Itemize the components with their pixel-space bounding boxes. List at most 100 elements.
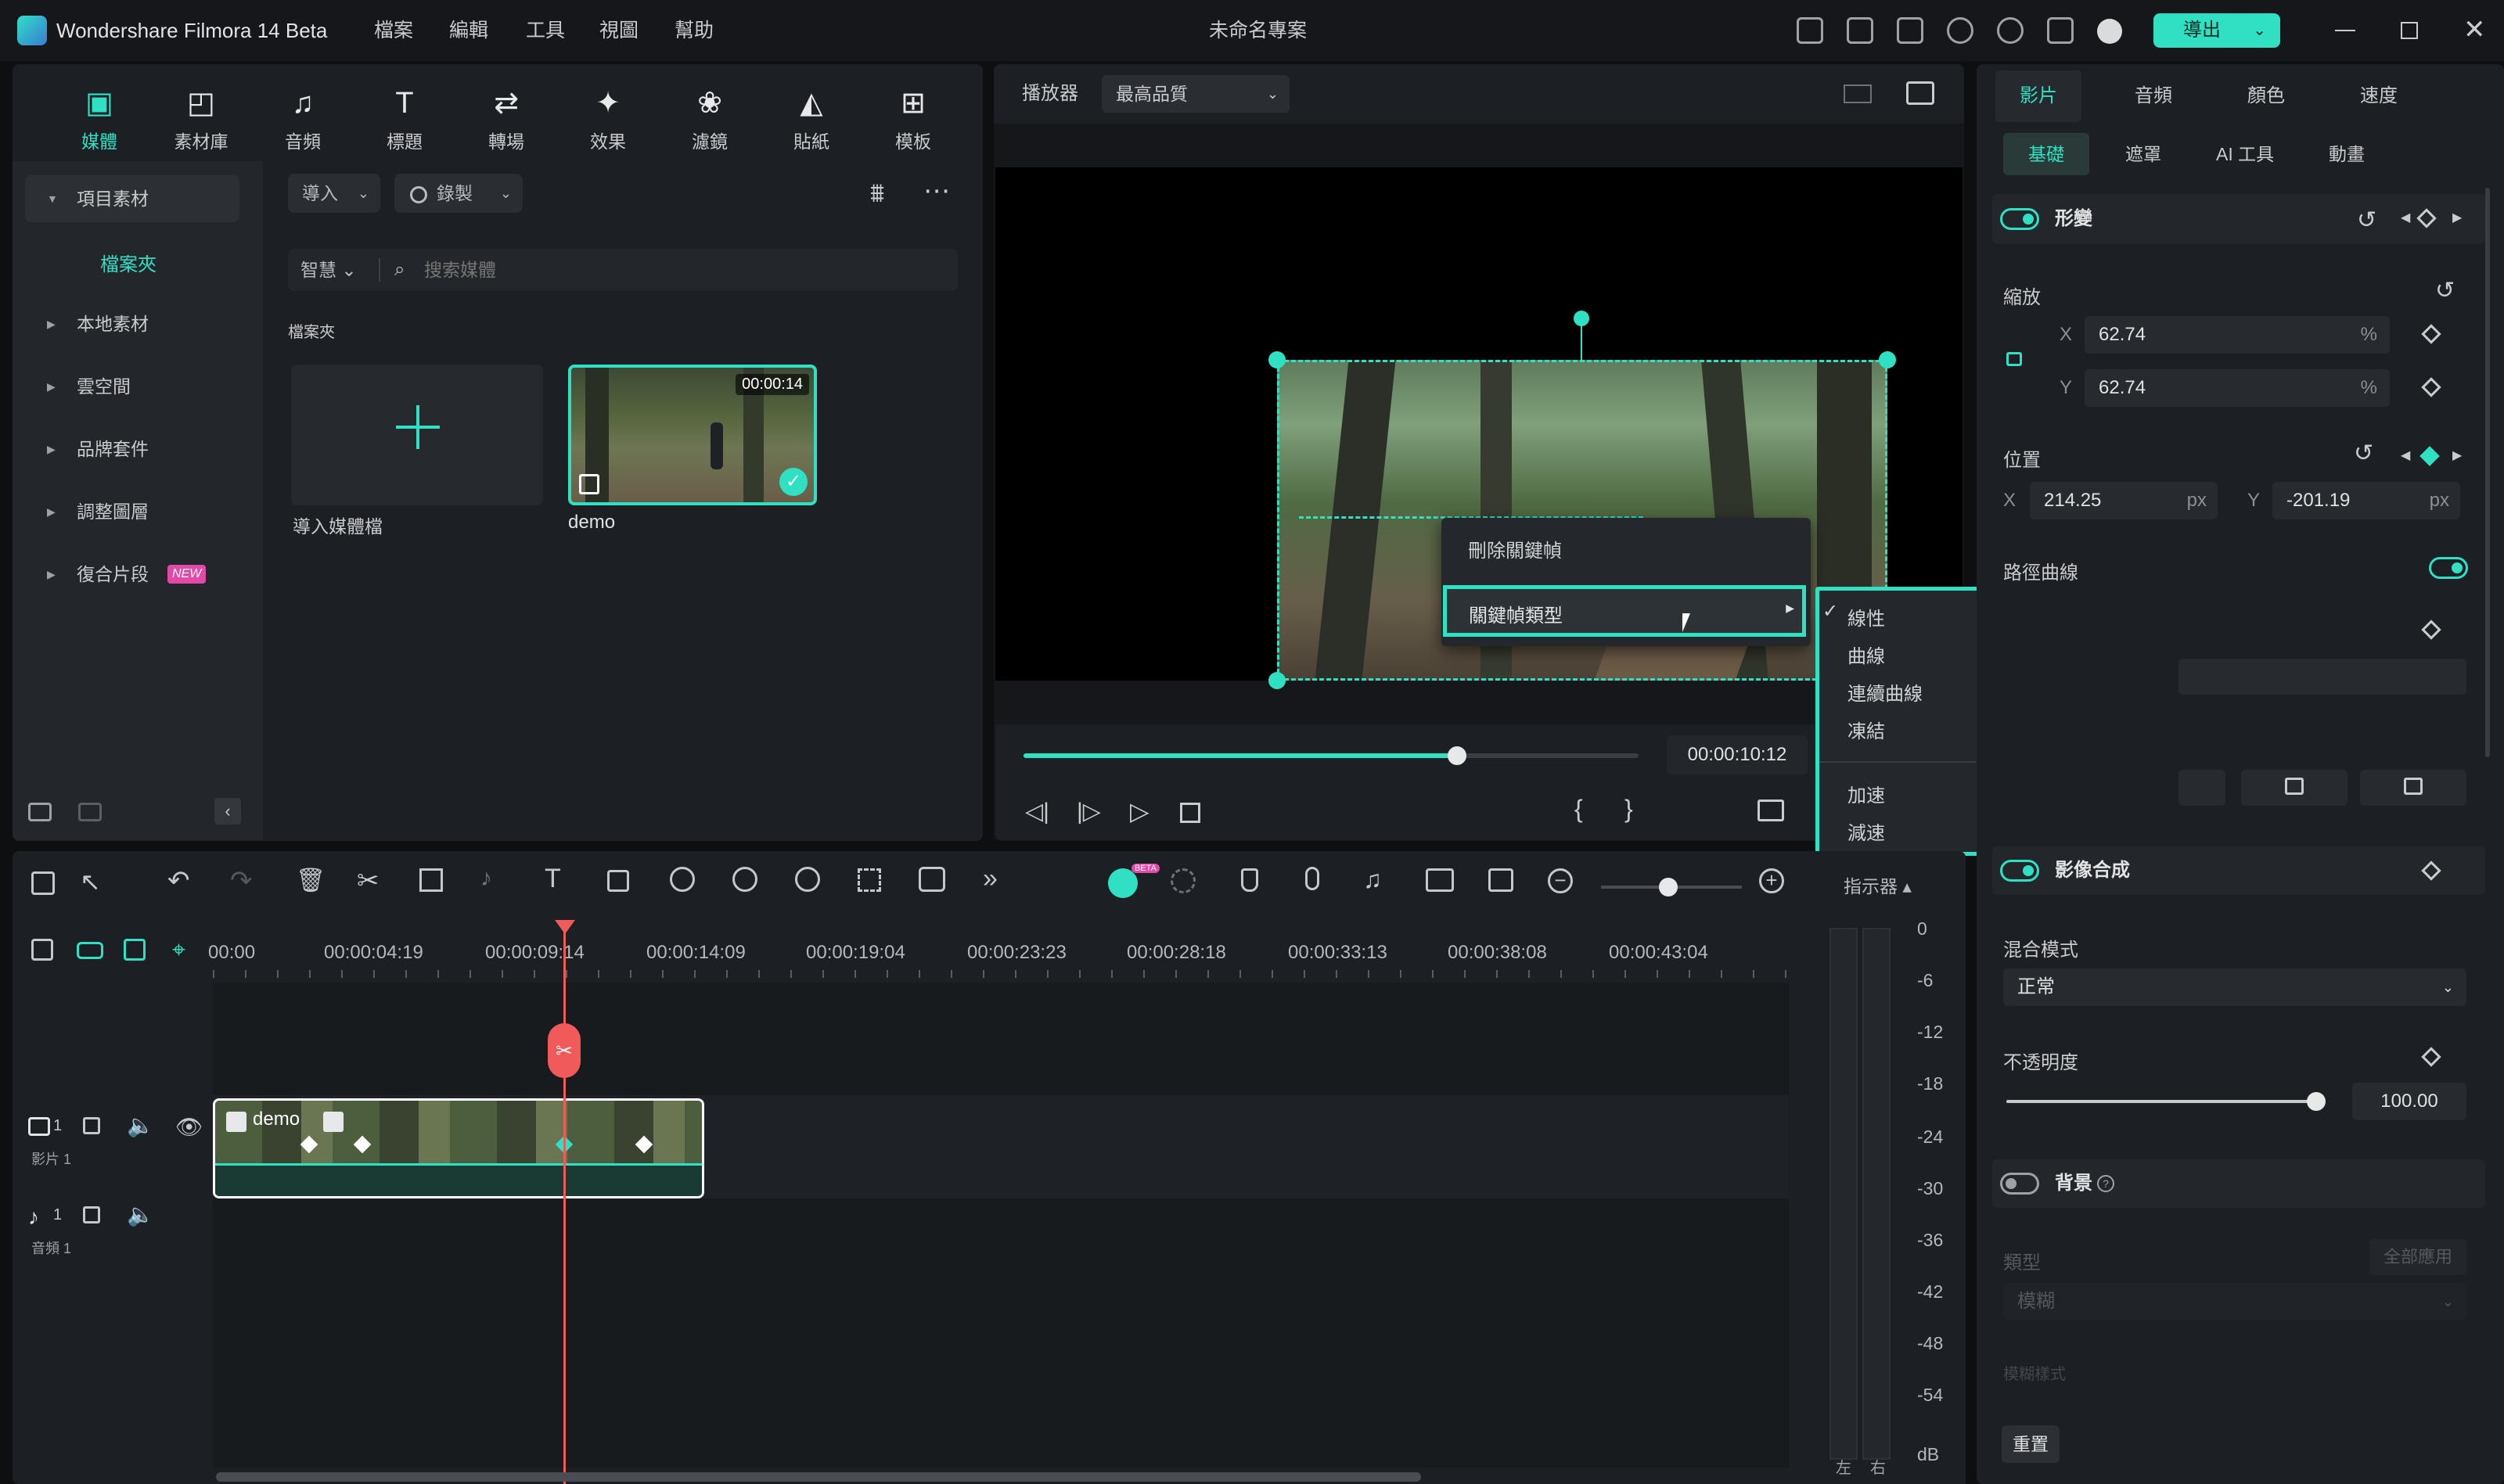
resize-handle-tr[interactable] (1879, 351, 1896, 368)
prev-frame-icon[interactable]: ◁| (1025, 798, 1049, 825)
opacity-slider-knob[interactable] (2307, 1092, 2326, 1111)
close-icon[interactable]: ✕ (2463, 14, 2486, 45)
quality-dropdown[interactable]: 最高品質 ⌄ (1102, 75, 1290, 113)
render-preview-icon[interactable] (1797, 17, 1823, 44)
menu-delete-keyframe[interactable]: 刪除關鍵幀 (1468, 535, 1562, 562)
tab-stock[interactable]: ◰ 素材庫 (158, 86, 244, 153)
sidebar-item-adjust[interactable]: ▶ 調整圖層 (25, 488, 239, 535)
flip-button[interactable] (2178, 770, 2225, 806)
collapse-sidebar-button[interactable]: ‹ (214, 798, 241, 825)
resize-handle-tl[interactable] (1268, 351, 1286, 368)
reset-icon[interactable]: ↺ (2435, 277, 2455, 304)
tab-titles[interactable]: T 標題 (362, 86, 448, 153)
help-icon[interactable]: ? (2097, 1175, 2114, 1192)
lock-icon[interactable] (83, 1206, 100, 1223)
snapshot-icon[interactable] (1906, 81, 1934, 105)
menu-help[interactable]: 幫助 (675, 0, 714, 61)
layout-icon[interactable] (31, 871, 55, 895)
support-icon[interactable] (1997, 17, 2024, 44)
path-curve-toggle[interactable] (2429, 557, 2468, 579)
subtab-mask[interactable]: 遮罩 (2125, 133, 2161, 175)
import-media-tile[interactable] (291, 365, 543, 505)
rotate-left-button[interactable] (2241, 770, 2348, 806)
maximize-icon[interactable] (2401, 22, 2418, 39)
tab-audio[interactable]: ♫ 音頻 (260, 86, 346, 153)
split-scissors-button[interactable]: ✂ (548, 1023, 581, 1078)
snap-icon[interactable]: ⌖ (172, 937, 185, 964)
marker-icon[interactable] (1241, 868, 1258, 892)
speed-icon[interactable] (670, 867, 695, 892)
undo-icon[interactable]: ↶ (167, 865, 190, 897)
text-tool-icon[interactable]: T (545, 864, 561, 894)
next-frame-icon[interactable]: |▷ (1077, 798, 1101, 825)
background-toggle[interactable] (2000, 1173, 2039, 1195)
filter-icon[interactable]: ⩩ (870, 178, 884, 209)
avatar[interactable] (2097, 19, 2122, 44)
add-track-icon[interactable] (31, 939, 53, 961)
next-keyframe-icon[interactable]: ▶ (2452, 447, 2462, 463)
zoom-slider-knob[interactable] (1659, 878, 1678, 897)
folder-icon[interactable] (78, 803, 102, 821)
zoom-out-icon[interactable]: − (1548, 868, 1573, 893)
layout-icon[interactable] (1847, 17, 1873, 44)
stop-icon[interactable] (1180, 803, 1200, 823)
minimize-icon[interactable] (2335, 30, 2355, 31)
submenu-ease-in[interactable]: 加速 (1847, 780, 1885, 807)
menu-view[interactable]: 視圖 (599, 0, 639, 61)
sidebar-item-compound[interactable]: ▶ 復合片段 NEW (25, 551, 239, 598)
indicator-dropdown[interactable]: 指示器 ▴ (1844, 871, 1912, 898)
tab-speed[interactable]: 速度 (2360, 70, 2398, 122)
lock-icon[interactable] (83, 1117, 100, 1134)
blend-mode-dropdown[interactable]: 正常 ⌄ (2003, 968, 2466, 1006)
prev-keyframe-icon[interactable]: ◀ (2401, 210, 2410, 225)
media-clip-thumbnail[interactable]: 00:00:14 ✓ (568, 365, 817, 505)
tab-color[interactable]: 顏色 (2247, 70, 2285, 122)
pip-icon[interactable] (1426, 868, 1454, 892)
zoom-in-icon[interactable]: + (1759, 868, 1784, 893)
menu-file[interactable]: 檔案 (374, 0, 413, 61)
timeline-video-clip[interactable]: demo (213, 1098, 704, 1198)
smart-dropdown[interactable]: 智慧 ⌄ (300, 249, 357, 291)
new-folder-icon[interactable] (28, 803, 52, 821)
rotate-right-button[interactable] (2360, 770, 2466, 806)
reset-icon[interactable]: ↺ (2354, 440, 2373, 467)
subtab-ai-tools[interactable]: AI 工具 (2216, 133, 2274, 175)
progress-knob[interactable] (1448, 746, 1467, 765)
ai-mate-icon[interactable] (1108, 868, 1138, 898)
fullscreen-icon[interactable] (1757, 799, 1784, 821)
tab-templates[interactable]: ⊞ 模板 (870, 86, 956, 153)
timeline-scrollbar[interactable] (216, 1472, 1421, 1482)
eye-icon[interactable]: 👁 (175, 1114, 203, 1140)
scale-y-input[interactable]: 62.74% (2085, 369, 2390, 407)
position-x-input[interactable]: 214.25 px (2030, 482, 2218, 519)
tab-stickers[interactable]: ◭ 貼紙 (768, 86, 854, 153)
submenu-ease-out[interactable]: 減速 (1847, 817, 1885, 845)
timeline-ruler[interactable]: 00:00 00:00:04:19 00:00:09:14 00:00:14:0… (208, 920, 1789, 983)
track-layout-icon[interactable] (124, 939, 146, 961)
auto-highlight-icon[interactable] (1171, 868, 1196, 893)
import-dropdown[interactable]: 導入 ⌄ (288, 174, 380, 213)
speaker-icon[interactable]: 🔈 (127, 1112, 154, 1138)
tab-transitions[interactable]: ⇄ 轉場 (463, 86, 549, 153)
apps-grid-icon[interactable] (2047, 17, 2074, 44)
save-icon[interactable] (1897, 17, 1923, 44)
submenu-freeze[interactable]: 凍結 (1847, 716, 1885, 743)
menu-edit[interactable]: 編輯 (449, 0, 488, 61)
link-icon[interactable] (77, 942, 103, 959)
apply-all-button[interactable]: 全部應用 (2369, 1239, 2466, 1275)
delete-icon[interactable]: 🗑 (296, 867, 326, 894)
tab-audio-props[interactable]: 音頻 (2135, 70, 2172, 122)
opacity-input[interactable]: 100.00 (2352, 1083, 2466, 1120)
next-keyframe-icon[interactable]: ▶ (2452, 210, 2462, 225)
scrollbar[interactable] (2485, 188, 2490, 757)
tab-filters[interactable]: ❀ 濾鏡 (667, 86, 753, 153)
playhead-line[interactable] (563, 920, 566, 1484)
audio-detach-icon[interactable]: ♪ (480, 865, 492, 892)
reset-button[interactable]: 重置 (2002, 1425, 2060, 1463)
sidebar-folder[interactable]: 檔案夾 (100, 249, 156, 276)
progress-track[interactable] (1024, 746, 1639, 765)
mark-in-icon[interactable]: { (1574, 795, 1583, 824)
tab-media[interactable]: ▣ 媒體 (56, 86, 142, 153)
translate-icon[interactable] (919, 867, 945, 892)
tab-effects[interactable]: ✦ 效果 (565, 86, 651, 153)
